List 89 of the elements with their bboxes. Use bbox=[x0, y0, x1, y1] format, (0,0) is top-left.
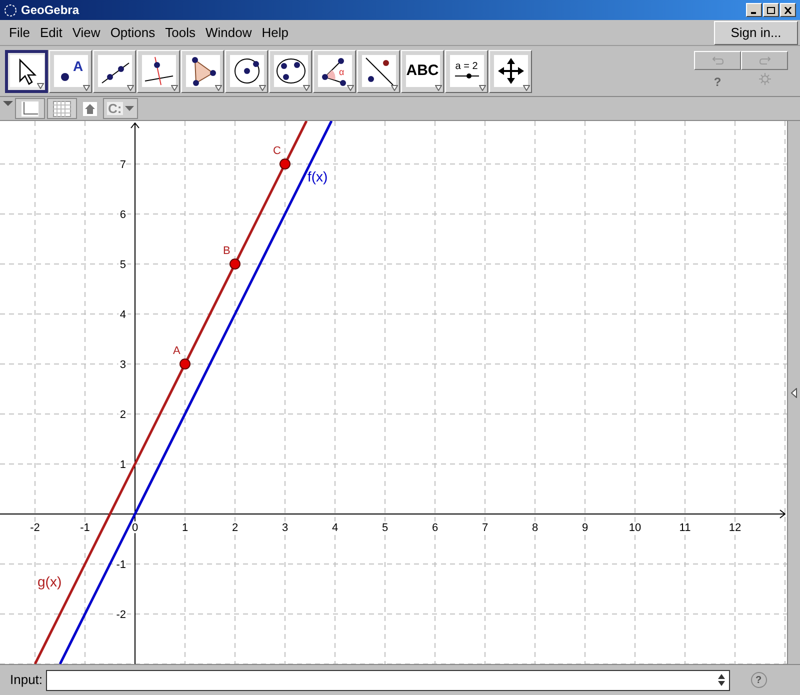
caret-icon bbox=[124, 106, 134, 111]
side-panel-triangle-icon[interactable] bbox=[791, 388, 797, 398]
redo-icon bbox=[758, 56, 770, 65]
x-tick-label: 4 bbox=[332, 522, 338, 534]
menu-item[interactable]: Tools bbox=[160, 22, 200, 42]
point-marker[interactable] bbox=[180, 358, 190, 370]
input-help-label[interactable]: ? bbox=[750, 672, 767, 688]
pan-tool-icon bbox=[494, 55, 528, 87]
close-button[interactable] bbox=[780, 3, 796, 17]
menu-item[interactable]: Options bbox=[105, 22, 160, 42]
line-tool-icon bbox=[98, 55, 132, 87]
tool-button[interactable] bbox=[5, 50, 48, 92]
dropdown-triangle-icon bbox=[259, 84, 266, 90]
x-tick-label: 1 bbox=[182, 522, 188, 534]
point-marker[interactable] bbox=[230, 258, 240, 270]
tool-button[interactable]: A bbox=[49, 50, 92, 92]
point-label: A bbox=[173, 345, 180, 357]
dropdown-triangle-icon bbox=[391, 84, 398, 90]
x-tick-label: 3 bbox=[282, 522, 288, 534]
angle-tool-icon: α bbox=[318, 55, 352, 87]
y-tick-label: 4 bbox=[120, 309, 126, 321]
point-label: B bbox=[223, 245, 230, 257]
y-tick-label: -2 bbox=[116, 609, 126, 621]
x-tick-label: 8 bbox=[532, 522, 538, 534]
x-tick-label: 9 bbox=[582, 522, 588, 534]
menu-item[interactable]: File bbox=[4, 22, 35, 42]
x-tick-label: 7 bbox=[482, 522, 488, 534]
x-tick-label: 11 bbox=[679, 522, 691, 534]
sign-in-button[interactable]: Sign in... bbox=[714, 20, 798, 44]
y-tick-label: 2 bbox=[120, 409, 126, 421]
text-tool-label: ABC bbox=[406, 55, 440, 87]
menu-item[interactable]: View bbox=[67, 22, 106, 42]
axes-icon bbox=[21, 100, 39, 116]
conic-tool-icon bbox=[274, 55, 308, 87]
maximize-icon bbox=[767, 6, 775, 14]
collapse-triangle-icon[interactable] bbox=[3, 100, 13, 108]
dropdown-triangle-icon bbox=[83, 84, 90, 90]
input-field[interactable] bbox=[46, 670, 730, 690]
home-icon bbox=[83, 102, 97, 116]
axes-toggle-button[interactable] bbox=[15, 98, 45, 119]
dropdown-triangle-icon bbox=[127, 84, 134, 90]
window-title: GeoGebra bbox=[21, 2, 80, 19]
input-label: Input: bbox=[10, 671, 43, 690]
x-tick-label: -2 bbox=[30, 522, 40, 534]
x-tick-label: 2 bbox=[232, 522, 238, 534]
y-tick-label: 6 bbox=[120, 209, 126, 221]
y-tick-label: -1 bbox=[116, 559, 126, 571]
spinner-arrows-icon bbox=[718, 674, 725, 686]
y-tick-label: 7 bbox=[120, 159, 126, 171]
maximize-button[interactable] bbox=[763, 3, 779, 17]
close-icon bbox=[784, 6, 792, 14]
dropdown-triangle-icon bbox=[347, 84, 354, 90]
point-tool-icon: A bbox=[54, 55, 88, 87]
grid-toggle-button[interactable] bbox=[47, 98, 77, 119]
dropdown-triangle-icon bbox=[37, 82, 44, 88]
x-tick-label: 5 bbox=[382, 522, 388, 534]
tool-button[interactable]: ABC bbox=[401, 50, 444, 92]
minimize-button[interactable] bbox=[746, 3, 762, 17]
point-label: C bbox=[273, 145, 281, 157]
y-tick-label: 1 bbox=[120, 459, 126, 471]
menu-item[interactable]: Edit bbox=[34, 22, 68, 42]
tool-button[interactable]: α bbox=[313, 50, 356, 92]
app-logo-icon bbox=[4, 4, 17, 16]
menu-item[interactable]: Help bbox=[256, 22, 294, 42]
reflect-tool-icon bbox=[362, 55, 396, 87]
move-tool-icon bbox=[10, 55, 44, 87]
dropdown-triangle-icon bbox=[479, 84, 486, 90]
function-label: g(x) bbox=[38, 574, 62, 590]
tool-button[interactable]: a = 2 bbox=[445, 50, 488, 92]
dropdown-triangle-icon bbox=[215, 84, 222, 90]
polygon-tool-icon bbox=[186, 55, 220, 87]
x-tick-label: 12 bbox=[728, 522, 742, 534]
undo-icon bbox=[712, 56, 724, 65]
dropdown-triangle-icon bbox=[303, 84, 310, 90]
x-tick-label: -1 bbox=[80, 522, 90, 534]
dropdown-triangle-icon bbox=[171, 84, 178, 90]
grid-icon bbox=[53, 100, 71, 116]
slider-tool-icon: a = 2 bbox=[450, 55, 484, 87]
menu-item[interactable]: Window bbox=[200, 22, 257, 42]
point-marker[interactable] bbox=[280, 158, 290, 170]
y-tick-label: 3 bbox=[120, 359, 126, 371]
circle-tool-icon bbox=[230, 55, 264, 87]
function-label: f(x) bbox=[308, 168, 328, 184]
x-tick-label: 6 bbox=[432, 522, 438, 534]
perpendicular-tool-icon bbox=[142, 55, 176, 87]
dropdown-triangle-icon bbox=[523, 84, 530, 90]
y-tick-label: 5 bbox=[120, 259, 126, 271]
x-tick-label: 10 bbox=[628, 522, 642, 534]
dropdown-triangle-icon bbox=[435, 84, 442, 90]
